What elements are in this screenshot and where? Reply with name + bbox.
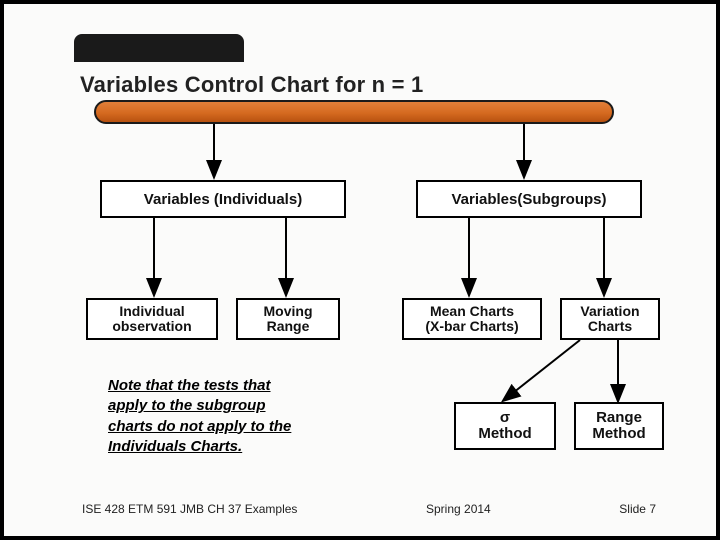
box-variables-individuals: Variables (Individuals) xyxy=(100,180,346,218)
line2: Method xyxy=(478,426,531,443)
box-mean-charts: Mean Charts (X-bar Charts) xyxy=(402,298,542,340)
box-moving-range: Moving Range xyxy=(236,298,340,340)
line1: Variation xyxy=(580,304,639,319)
box-individual-observation: Individual observation xyxy=(86,298,218,340)
line1: Mean Charts xyxy=(430,304,514,319)
line1: σ xyxy=(500,410,510,427)
l1: Note that the tests that xyxy=(108,377,271,394)
l4: Individuals Charts. xyxy=(108,438,242,455)
note-text: Note that the tests that apply to the su… xyxy=(108,376,368,457)
line1: Range xyxy=(596,410,642,427)
footer-mid: Spring 2014 xyxy=(426,502,491,516)
line2: Range xyxy=(267,319,310,334)
footer-right: Slide 7 xyxy=(619,502,656,516)
line2: (X-bar Charts) xyxy=(425,319,518,334)
line1: Individual xyxy=(119,304,184,319)
line1: Moving xyxy=(264,304,313,319)
arrow-pill-left xyxy=(4,4,720,540)
slide-root: Variables Control Chart for n = 1 Variab… xyxy=(0,0,720,540)
line2: Method xyxy=(592,426,645,443)
box-variables-subgroups: Variables(Subgroups) xyxy=(416,180,642,218)
footer-left: ISE 428 ETM 591 JMB CH 37 Examples xyxy=(82,502,297,516)
l3: charts do not apply to the xyxy=(108,418,291,435)
box-range-method: Range Method xyxy=(574,402,664,450)
label: Variables(Subgroups) xyxy=(451,191,606,208)
line2: Charts xyxy=(588,319,632,334)
slide-footer: ISE 428 ETM 591 JMB CH 37 Examples Sprin… xyxy=(82,502,656,516)
label: Variables (Individuals) xyxy=(144,191,302,208)
box-variation-charts: Variation Charts xyxy=(560,298,660,340)
line2: observation xyxy=(112,319,191,334)
l2: apply to the subgroup xyxy=(108,397,266,414)
box-sigma-method: σ Method xyxy=(454,402,556,450)
